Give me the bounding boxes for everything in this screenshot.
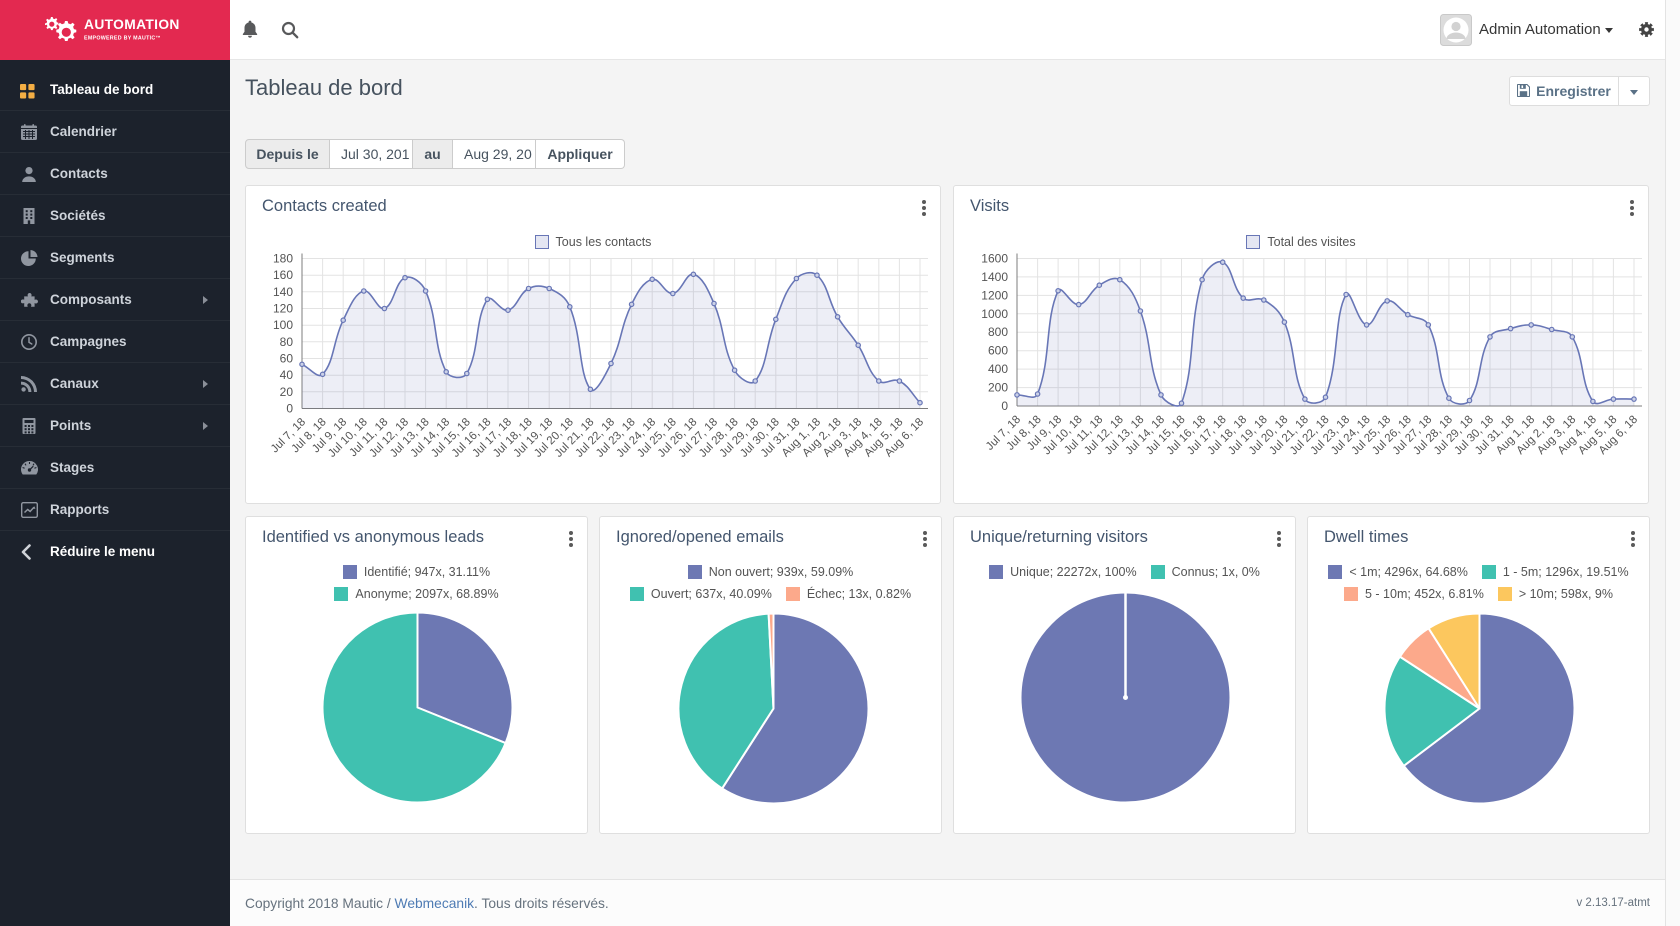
svg-text:600: 600 xyxy=(988,344,1008,358)
svg-text:0: 0 xyxy=(1001,399,1008,413)
svg-text:1600: 1600 xyxy=(981,252,1008,266)
svg-text:120: 120 xyxy=(273,302,293,316)
svg-text:160: 160 xyxy=(273,268,293,282)
svg-text:200: 200 xyxy=(988,381,1008,395)
svg-text:180: 180 xyxy=(273,252,293,266)
svg-text:60: 60 xyxy=(280,352,294,366)
svg-text:800: 800 xyxy=(988,325,1008,339)
svg-text:140: 140 xyxy=(273,285,293,299)
svg-text:1000: 1000 xyxy=(981,307,1008,321)
svg-text:AUTOMATION: AUTOMATION xyxy=(84,17,180,32)
svg-text:40: 40 xyxy=(280,368,294,382)
svg-text:0: 0 xyxy=(286,402,293,416)
svg-text:400: 400 xyxy=(988,362,1008,376)
svg-text:100: 100 xyxy=(273,318,293,332)
svg-text:EMPOWERED BY MAUTIC™: EMPOWERED BY MAUTIC™ xyxy=(84,36,161,42)
svg-text:80: 80 xyxy=(280,335,294,349)
svg-text:1200: 1200 xyxy=(981,288,1008,302)
svg-text:20: 20 xyxy=(280,385,294,399)
svg-text:1400: 1400 xyxy=(981,270,1008,284)
